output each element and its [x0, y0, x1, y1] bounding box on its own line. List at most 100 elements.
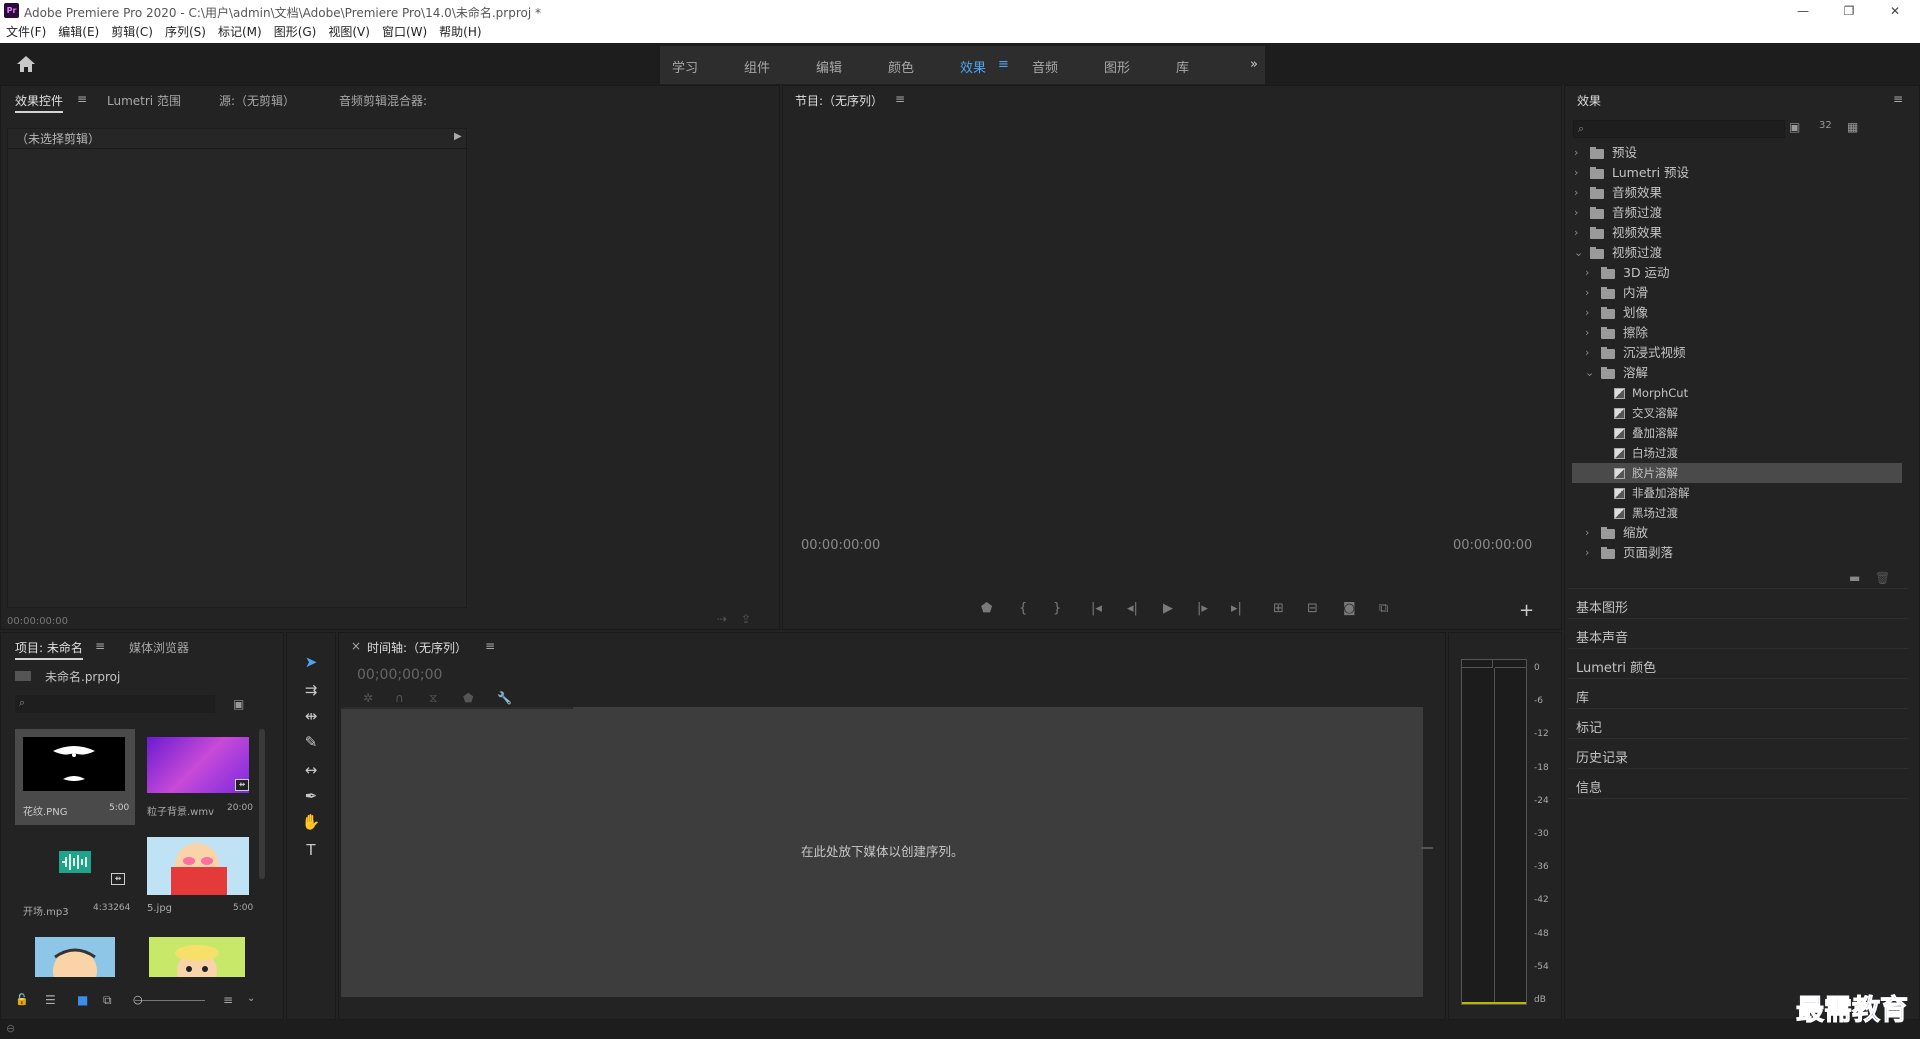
chevron-down-icon[interactable]: ⌄: [247, 993, 255, 1004]
effects-tree-item[interactable]: 胶片溶解: [1572, 463, 1902, 483]
chevron-right-icon[interactable]: ›: [1585, 343, 1595, 363]
chevron-right-icon[interactable]: ›: [1585, 523, 1595, 543]
tab-effect-controls-menu-icon[interactable]: ≡: [77, 92, 87, 106]
comparison-view-icon[interactable]: ⧉: [1379, 601, 1388, 616]
minimize-button[interactable]: —: [1780, 0, 1826, 22]
wrench-icon[interactable]: 🔧: [497, 691, 512, 705]
selection-tool-icon[interactable]: ➤: [300, 652, 322, 672]
button-editor-add-button[interactable]: +: [1519, 600, 1534, 621]
extract-icon[interactable]: ⊟: [1307, 601, 1318, 616]
delete-icon[interactable]: 🗑: [1875, 571, 1890, 585]
effects-tree-item[interactable]: 交叉溶解: [1572, 403, 1902, 423]
tab-lumetri-scopes[interactable]: Lumetri 范围: [107, 92, 181, 109]
workspace-graphics[interactable]: 图形: [1104, 57, 1130, 76]
project-search-input[interactable]: ⌕: [15, 695, 215, 713]
linked-selection-icon[interactable]: ⧖: [429, 691, 437, 706]
chevron-right-icon[interactable]: ›: [1574, 183, 1584, 203]
chevron-right-icon[interactable]: ›: [1574, 203, 1584, 223]
effects-tree-item[interactable]: 白场过渡: [1572, 443, 1902, 463]
chevron-right-icon[interactable]: ›: [1574, 163, 1584, 183]
menu-sequence[interactable]: 序列(S): [159, 22, 212, 43]
effects-tree-item[interactable]: › 视频效果: [1572, 223, 1902, 243]
export-icon[interactable]: ⇪: [741, 612, 751, 626]
close-button[interactable]: ✕: [1872, 0, 1918, 22]
effects-tree-item[interactable]: 黑场过渡: [1572, 503, 1902, 523]
workspace-effects[interactable]: 效果: [960, 57, 986, 76]
project-scrollbar[interactable]: [259, 729, 265, 879]
yuv-effects-icon[interactable]: ▦: [1847, 120, 1858, 134]
mark-in-icon[interactable]: {: [1019, 601, 1027, 616]
libraries-panel[interactable]: 库: [1576, 687, 1589, 706]
chevron-right-icon[interactable]: ›: [1574, 223, 1584, 243]
menu-markers[interactable]: 标记(M): [212, 22, 268, 43]
menu-clip[interactable]: 剪辑(C): [105, 22, 159, 43]
project-item-particles[interactable]: ⇻ 粒子背景.wmv 20:00: [139, 729, 259, 825]
tab-effect-controls[interactable]: 效果控件: [15, 92, 64, 113]
effects-tree-item[interactable]: 非叠加溶解: [1572, 483, 1902, 503]
type-tool-icon[interactable]: T: [300, 840, 322, 860]
effects-tree-item[interactable]: › 音频过渡: [1572, 203, 1902, 223]
icon-view-icon[interactable]: ■: [77, 993, 88, 1007]
effects-tree-item[interactable]: › 音频效果: [1572, 183, 1902, 203]
filter-icon[interactable]: ⇢: [717, 612, 727, 626]
export-frame-icon[interactable]: ◙: [1343, 601, 1356, 616]
effects-tree-item[interactable]: 叠加溶解: [1572, 423, 1902, 443]
effects-tree-item[interactable]: ⌄ 溶解: [1572, 363, 1902, 383]
32bit-effects-icon[interactable]: 32: [1819, 120, 1832, 131]
sort-icons-icon[interactable]: ≡: [223, 993, 233, 1007]
menu-view[interactable]: 视图(V): [322, 22, 376, 43]
lift-icon[interactable]: ⊞: [1273, 601, 1284, 616]
workspace-assembly[interactable]: 组件: [744, 57, 770, 76]
timeline-menu-icon[interactable]: ≡: [485, 639, 495, 653]
effects-tree-item[interactable]: › Lumetri 预设: [1572, 163, 1902, 183]
essential-graphics-panel[interactable]: 基本图形: [1576, 597, 1628, 616]
tab-audio-clip-mixer[interactable]: 音频剪辑混合器:: [339, 92, 427, 109]
zoom-slider[interactable]: [135, 1000, 205, 1001]
go-to-in-icon[interactable]: |◂: [1091, 601, 1102, 616]
add-marker-icon[interactable]: ⬟: [981, 601, 992, 616]
pen-tool-icon[interactable]: ✒: [300, 786, 322, 806]
chevron-down-icon[interactable]: ⌄: [1574, 243, 1584, 263]
play-icon[interactable]: ▶: [1163, 601, 1173, 616]
workspace-menu-icon[interactable]: ≡: [998, 57, 1009, 72]
effects-tree-item[interactable]: › 3D 运动: [1572, 263, 1902, 283]
mark-out-icon[interactable]: }: [1053, 601, 1061, 616]
workspace-editing[interactable]: 编辑: [816, 57, 842, 76]
effects-tree-item[interactable]: › 划像: [1572, 303, 1902, 323]
effects-search-input[interactable]: ⌕: [1573, 120, 1785, 138]
effects-menu-icon[interactable]: ≡: [1893, 92, 1903, 106]
add-marker-icon[interactable]: ⬟: [463, 691, 473, 705]
track-select-tool-icon[interactable]: ⇉: [300, 680, 322, 700]
new-bin-icon[interactable]: ▬: [1849, 571, 1860, 585]
workspace-audio[interactable]: 音频: [1032, 57, 1058, 76]
nest-icon[interactable]: ✲: [363, 691, 373, 705]
snap-icon[interactable]: ∩: [395, 691, 404, 705]
restore-button[interactable]: ❐: [1826, 0, 1872, 22]
workspace-libraries[interactable]: 库: [1176, 57, 1189, 76]
menu-file[interactable]: 文件(F): [0, 22, 52, 43]
list-view-icon[interactable]: ☰: [45, 993, 56, 1007]
workspace-learn[interactable]: 学习: [672, 57, 698, 76]
timeline-timecode[interactable]: 00;00;00;00: [357, 667, 442, 683]
ripple-edit-tool-icon[interactable]: ⇹: [300, 706, 322, 726]
chevron-right-icon[interactable]: ›: [1585, 323, 1595, 343]
accelerated-effects-icon[interactable]: ▣: [1789, 120, 1800, 134]
chevron-right-icon[interactable]: ›: [1585, 303, 1595, 323]
workspace-color[interactable]: 颜色: [888, 57, 914, 76]
lock-icon[interactable]: 🔓: [15, 993, 29, 1006]
markers-panel[interactable]: 标记: [1576, 717, 1602, 736]
chevron-right-icon[interactable]: ›: [1585, 283, 1595, 303]
hand-tool-icon[interactable]: ✋: [300, 812, 322, 832]
lumetri-color-panel[interactable]: Lumetri 颜色: [1576, 657, 1656, 676]
tab-media-browser[interactable]: 媒体浏览器: [129, 639, 189, 656]
effects-tree-item[interactable]: › 擦除: [1572, 323, 1902, 343]
menu-window[interactable]: 窗口(W): [376, 22, 433, 43]
menu-graphics[interactable]: 图形(G): [268, 22, 323, 43]
slip-tool-icon[interactable]: ↔: [300, 760, 322, 780]
step-forward-icon[interactable]: |▸: [1197, 601, 1208, 616]
chevron-right-icon[interactable]: ›: [1574, 143, 1584, 163]
freeform-view-icon[interactable]: ⧉: [103, 993, 112, 1008]
menu-help[interactable]: 帮助(H): [433, 22, 487, 43]
project-menu-icon[interactable]: ≡: [95, 639, 105, 653]
razor-tool-icon[interactable]: ✎: [300, 732, 322, 752]
